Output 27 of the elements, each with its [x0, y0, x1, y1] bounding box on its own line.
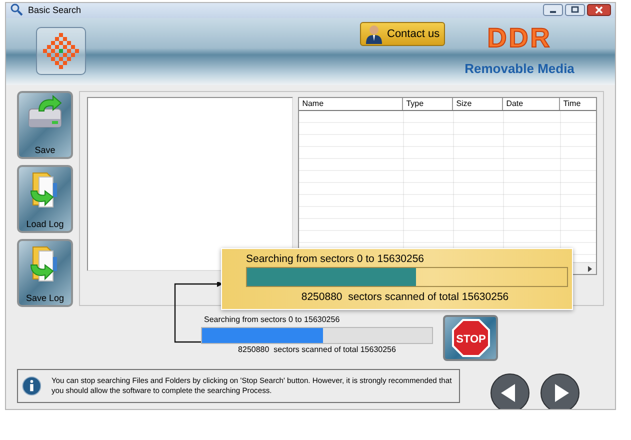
column-header[interactable]: Type — [403, 98, 454, 110]
search-range-text: Searching from sectors 0 to 15630256 — [203, 315, 341, 325]
sectors-scanned-text: 8250880 sectors scanned of total 15630256 — [300, 290, 510, 305]
sectors-scanned-text: 8250880 sectors scanned of total 15630256 — [237, 344, 397, 356]
app-icon — [10, 3, 24, 18]
window-title: Basic Search — [28, 5, 82, 16]
stop-button[interactable]: STOP — [443, 315, 498, 361]
next-button[interactable] — [540, 373, 580, 409]
minimize-icon[interactable] — [543, 4, 563, 16]
scroll-right-icon[interactable] — [588, 266, 592, 272]
person-icon — [365, 24, 383, 44]
column-header[interactable]: Time — [560, 98, 596, 110]
brand-name: DDR — [487, 22, 552, 53]
save-button[interactable]: Save — [17, 91, 73, 159]
column-header[interactable]: Date — [503, 98, 560, 110]
logo-icon — [36, 27, 86, 76]
log-button[interactable]: Save Log — [17, 239, 73, 307]
stop-sign-icon: STOP — [450, 318, 490, 358]
search-range-text: Searching from sectors 0 to 15630256 — [246, 252, 426, 266]
back-button[interactable] — [490, 373, 530, 409]
contact-button[interactable]: Contact us — [360, 22, 445, 46]
log-button[interactable]: Load Log — [17, 165, 73, 233]
maximize-icon[interactable] — [565, 4, 585, 16]
product-name: Removable Media — [464, 60, 574, 76]
column-header[interactable]: Size — [453, 98, 504, 110]
close-icon[interactable] — [587, 4, 611, 16]
column-header[interactable]: Name — [299, 98, 404, 110]
